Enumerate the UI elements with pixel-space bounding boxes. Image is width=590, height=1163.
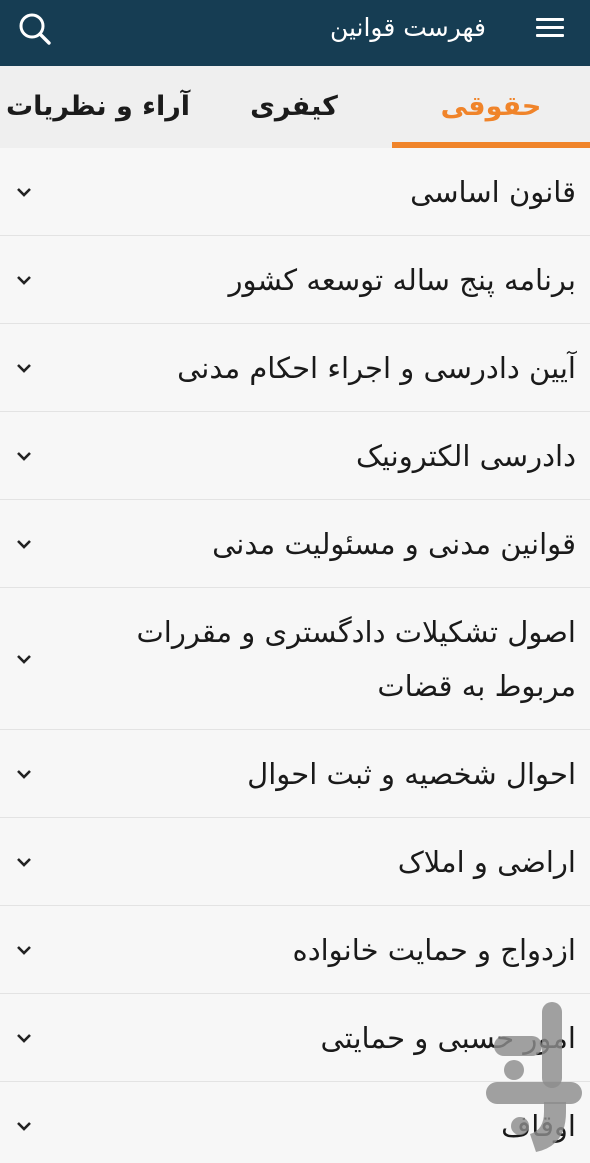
list-item[interactable]: اراضی و املاک: [0, 818, 590, 906]
list-item-label: اراضی و املاک: [397, 844, 576, 879]
menu-icon: [536, 18, 564, 21]
list-item-label: دادرسی الکترونیک: [355, 438, 576, 473]
chevron-down-icon: [17, 654, 31, 664]
search-button[interactable]: [10, 6, 58, 50]
list-item-label: اصول تشکیلات دادگستری و مقررات مربوط به …: [136, 614, 576, 703]
chevron-down-icon: [17, 363, 31, 373]
list-item-label: احوال شخصیه و ثبت احوال: [247, 756, 576, 791]
list-item-label: برنامه پنج ساله توسعه کشور: [228, 262, 576, 297]
list-item[interactable]: اوقاف: [0, 1082, 590, 1163]
chevron-down-icon: [17, 945, 31, 955]
list-item[interactable]: امور حسبی و حمایتی: [0, 994, 590, 1082]
chevron-down-icon: [17, 1121, 31, 1131]
tab-legal[interactable]: حقوقی: [392, 66, 590, 148]
list-item[interactable]: اصول تشکیلات دادگستری و مقررات مربوط به …: [0, 588, 590, 730]
list-item[interactable]: ازدواج و حمایت خانواده: [0, 906, 590, 994]
list-item-label: امور حسبی و حمایتی: [320, 1020, 576, 1055]
chevron-down-icon: [17, 187, 31, 197]
app-screen: فهرست قوانین حقوقی کیفری آراء و نظریات ق…: [0, 0, 590, 1163]
tab-criminal[interactable]: کیفری: [196, 66, 392, 148]
menu-icon-bar: [536, 34, 564, 37]
chevron-down-icon: [17, 769, 31, 779]
chevron-down-icon: [17, 275, 31, 285]
list-item-label: آیین دادرسی و اجراء احکام مدنی: [177, 350, 576, 385]
category-list: قانون اساسی برنامه پنج ساله توسعه کشور آ…: [0, 148, 590, 1163]
list-item[interactable]: دادرسی الکترونیک: [0, 412, 590, 500]
chevron-down-icon: [17, 1033, 31, 1043]
list-item[interactable]: قوانین مدنی و مسئولیت مدنی: [0, 500, 590, 588]
list-item[interactable]: احوال شخصیه و ثبت احوال: [0, 730, 590, 818]
list-item-label: قانون اساسی: [410, 174, 576, 209]
search-icon: [19, 13, 51, 45]
list-item-label: قوانین مدنی و مسئولیت مدنی: [212, 526, 576, 561]
menu-button[interactable]: [522, 11, 578, 55]
list-item[interactable]: برنامه پنج ساله توسعه کشور: [0, 236, 590, 324]
chevron-down-icon: [17, 451, 31, 461]
tab-opinions[interactable]: آراء و نظریات: [0, 66, 196, 148]
list-item-label: ازدواج و حمایت خانواده: [292, 932, 576, 967]
chevron-down-icon: [17, 539, 31, 549]
tab-bar: حقوقی کیفری آراء و نظریات: [0, 66, 590, 148]
chevron-down-icon: [17, 857, 31, 867]
list-item[interactable]: قانون اساسی: [0, 148, 590, 236]
app-bar: فهرست قوانین: [0, 0, 590, 66]
list-item[interactable]: آیین دادرسی و اجراء احکام مدنی: [0, 324, 590, 412]
list-item-label: اوقاف: [501, 1108, 576, 1143]
menu-icon-bar: [536, 26, 564, 29]
page-title: فهرست قوانین: [329, 13, 486, 42]
